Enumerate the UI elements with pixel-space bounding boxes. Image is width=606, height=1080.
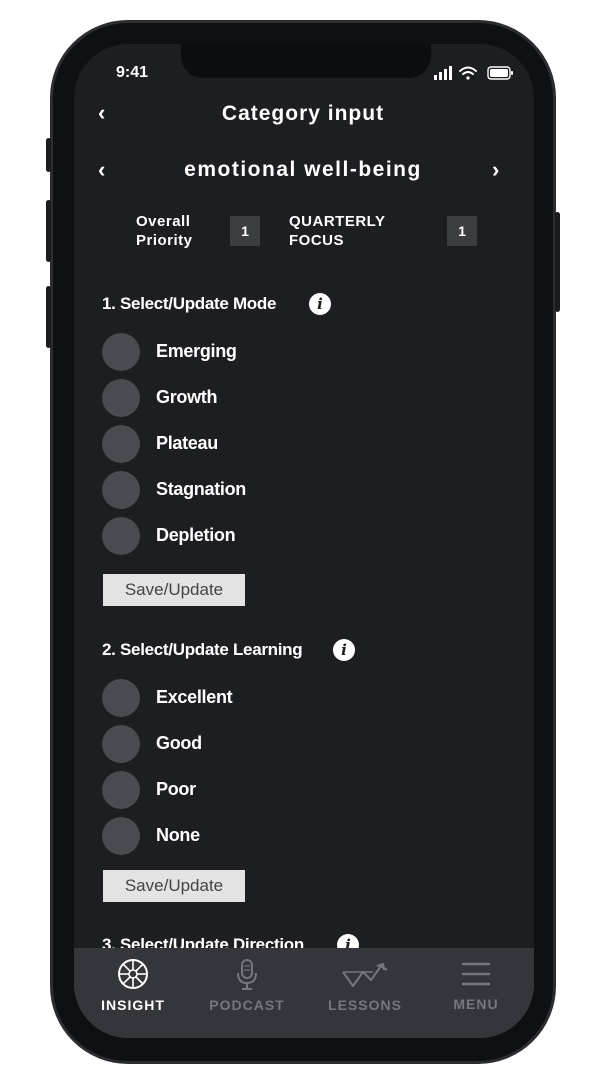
info-icon[interactable]: i bbox=[309, 293, 331, 315]
section-learning-title: 2. Select/Update Learning bbox=[102, 640, 303, 659]
tab-label: INSIGHT bbox=[101, 997, 165, 1013]
chevron-right-icon: › bbox=[492, 157, 500, 182]
option-label: Excellent bbox=[156, 687, 233, 707]
tab-menu[interactable]: MENU bbox=[416, 956, 536, 1020]
tab-label: LESSONS bbox=[328, 997, 402, 1013]
volume-up-button bbox=[46, 200, 51, 262]
option-label: Depletion bbox=[156, 525, 236, 545]
status-time: 9:41 bbox=[116, 64, 149, 81]
status-icons bbox=[434, 64, 516, 82]
section-mode-title: 1. Select/Update Mode bbox=[102, 294, 277, 313]
trend-chart-icon bbox=[342, 962, 388, 987]
overall-priority-badge[interactable]: 1 bbox=[230, 216, 260, 246]
tab-lessons[interactable]: LESSONS bbox=[305, 956, 425, 1020]
option-label: Poor bbox=[156, 779, 196, 799]
volume-down-button bbox=[46, 286, 51, 348]
page-title: Category input bbox=[221, 102, 385, 125]
radio-excellent[interactable] bbox=[102, 679, 140, 717]
battery-icon bbox=[487, 66, 513, 80]
radio-poor[interactable] bbox=[102, 771, 140, 809]
option-label: Plateau bbox=[156, 433, 218, 453]
save-learning-button[interactable]: Save/Update bbox=[103, 870, 245, 902]
option-label: Emerging bbox=[156, 341, 237, 361]
info-icon[interactable]: i bbox=[333, 639, 355, 661]
tab-insight[interactable]: INSIGHT bbox=[73, 956, 193, 1020]
category-title: emotional well-being bbox=[184, 158, 422, 181]
radio-depletion[interactable] bbox=[102, 517, 140, 555]
radio-growth[interactable] bbox=[102, 379, 140, 417]
aperture-icon bbox=[118, 959, 148, 989]
radio-stagnation[interactable] bbox=[102, 471, 140, 509]
quarterly-focus-badge[interactable]: 1 bbox=[447, 216, 477, 246]
notch bbox=[181, 44, 431, 78]
option-label: Growth bbox=[156, 387, 218, 407]
tab-label: PODCAST bbox=[209, 997, 285, 1013]
overall-priority-label: Overall Priority bbox=[136, 213, 193, 249]
hamburger-menu-icon bbox=[462, 962, 490, 986]
tab-label: MENU bbox=[453, 996, 499, 1012]
radio-emerging[interactable] bbox=[102, 333, 140, 371]
option-label: Stagnation bbox=[156, 479, 246, 499]
signal-icon bbox=[434, 66, 452, 80]
save-mode-button[interactable]: Save/Update bbox=[103, 574, 245, 606]
power-button bbox=[555, 212, 560, 312]
radio-none[interactable] bbox=[102, 817, 140, 855]
option-label: Good bbox=[156, 733, 202, 753]
quarterly-focus-label: QUARTERLY FOCUS bbox=[289, 213, 386, 249]
tab-podcast[interactable]: PODCAST bbox=[187, 956, 307, 1020]
next-category-button[interactable]: › bbox=[492, 157, 499, 183]
radio-good[interactable] bbox=[102, 725, 140, 763]
microphone-icon bbox=[237, 959, 257, 990]
option-label: None bbox=[156, 825, 200, 845]
radio-plateau[interactable] bbox=[102, 425, 140, 463]
wifi-icon bbox=[459, 66, 477, 80]
